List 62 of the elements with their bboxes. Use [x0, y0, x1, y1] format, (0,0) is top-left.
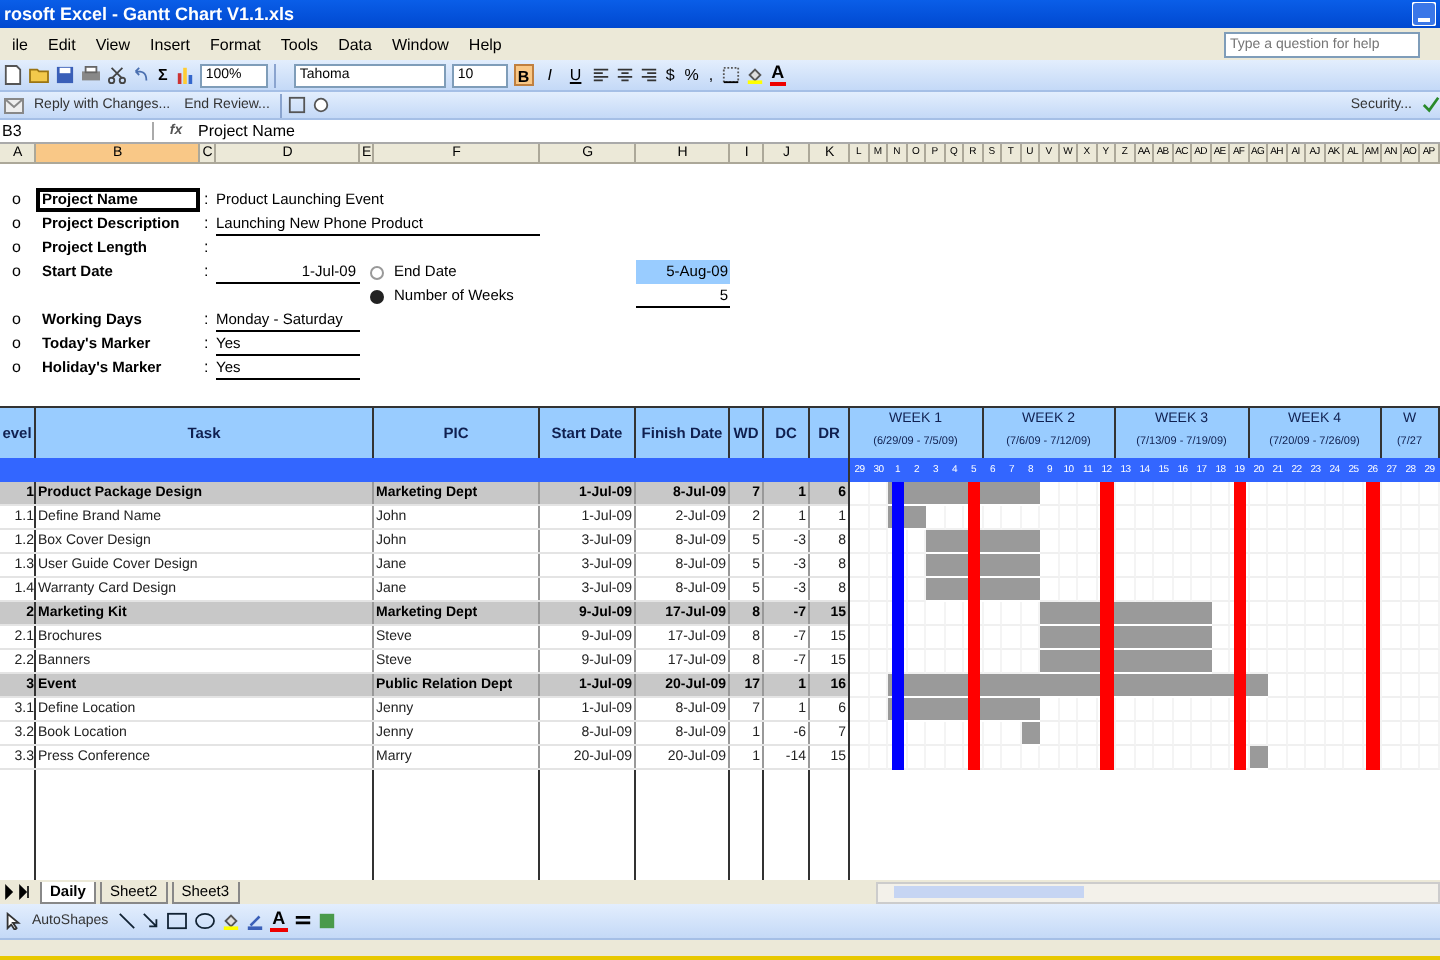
separator: : — [202, 332, 211, 356]
radio-icon[interactable] — [311, 96, 330, 114]
menu-item[interactable]: View — [85, 35, 141, 53]
name-box[interactable]: B3 — [0, 122, 154, 140]
bullet: o — [10, 236, 23, 260]
menu-item[interactable]: Tools — [270, 35, 329, 53]
separator: : — [202, 212, 211, 236]
bar-chart-icon[interactable] — [175, 66, 194, 84]
line-icon[interactable] — [118, 912, 137, 930]
undo-icon[interactable] — [132, 66, 150, 84]
fill-bucket-icon[interactable] — [222, 912, 241, 930]
separator: : — [202, 236, 211, 260]
font-color-button[interactable]: A — [270, 910, 288, 932]
document-icon[interactable] — [4, 64, 22, 86]
text-style-button[interactable]: I — [539, 64, 560, 86]
number-format-button[interactable]: , — [706, 66, 716, 84]
menu-item[interactable]: Help — [458, 35, 512, 53]
cursor-icon[interactable] — [4, 912, 22, 930]
text-style-button[interactable]: U — [565, 64, 586, 86]
envelope-icon[interactable] — [4, 97, 24, 113]
window-title: rosoft Excel - Gantt Chart V1.1.xls — [4, 4, 297, 24]
frame-icon[interactable] — [287, 96, 306, 114]
borders-icon[interactable] — [721, 66, 740, 84]
align-center-icon[interactable] — [615, 66, 634, 84]
separator: : — [202, 260, 211, 284]
ellipse-icon[interactable] — [194, 912, 217, 930]
folder-icon[interactable] — [28, 66, 50, 84]
bullet: o — [10, 188, 23, 212]
number-format-button[interactable]: % — [682, 66, 701, 84]
arrow-icon[interactable] — [142, 912, 161, 930]
align-left-icon[interactable] — [591, 66, 610, 84]
sum-button[interactable]: Σ — [156, 66, 170, 84]
menu-item[interactable]: Window — [381, 35, 459, 53]
horizontal-scrollbar[interactable] — [876, 881, 1440, 903]
printer-icon[interactable] — [80, 66, 102, 84]
bullet: o — [10, 260, 23, 284]
menu-item[interactable]: Format — [200, 35, 271, 53]
rectangle-icon[interactable] — [166, 912, 189, 930]
menu-item[interactable]: Edit — [38, 35, 86, 53]
menu-item[interactable]: Data — [328, 35, 382, 53]
formula-field[interactable]: Project Name — [198, 122, 1440, 140]
text-style-button[interactable]: B — [513, 64, 534, 86]
bullet: o — [10, 356, 23, 380]
separator: : — [202, 308, 211, 332]
scissors-icon[interactable] — [108, 66, 126, 84]
pen-icon[interactable] — [246, 912, 265, 930]
bullet: o — [10, 332, 23, 356]
separator: : — [202, 356, 211, 380]
align-right-icon[interactable] — [639, 66, 658, 84]
menu-item[interactable]: ile — [2, 35, 39, 53]
check-icon[interactable] — [1422, 96, 1440, 114]
fill-bucket-icon[interactable] — [745, 66, 764, 84]
number-format-button[interactable]: $ — [663, 66, 677, 84]
font-color-button[interactable]: A — [769, 64, 787, 86]
line-style-icon[interactable] — [293, 912, 312, 930]
menu-item[interactable]: Insert — [140, 35, 201, 53]
radio-button[interactable] — [370, 289, 384, 303]
radio-button[interactable] — [370, 265, 384, 279]
bullet: o — [10, 308, 23, 332]
separator: : — [202, 188, 211, 212]
minimize-icon[interactable] — [1412, 2, 1436, 26]
bullet: o — [10, 212, 23, 236]
